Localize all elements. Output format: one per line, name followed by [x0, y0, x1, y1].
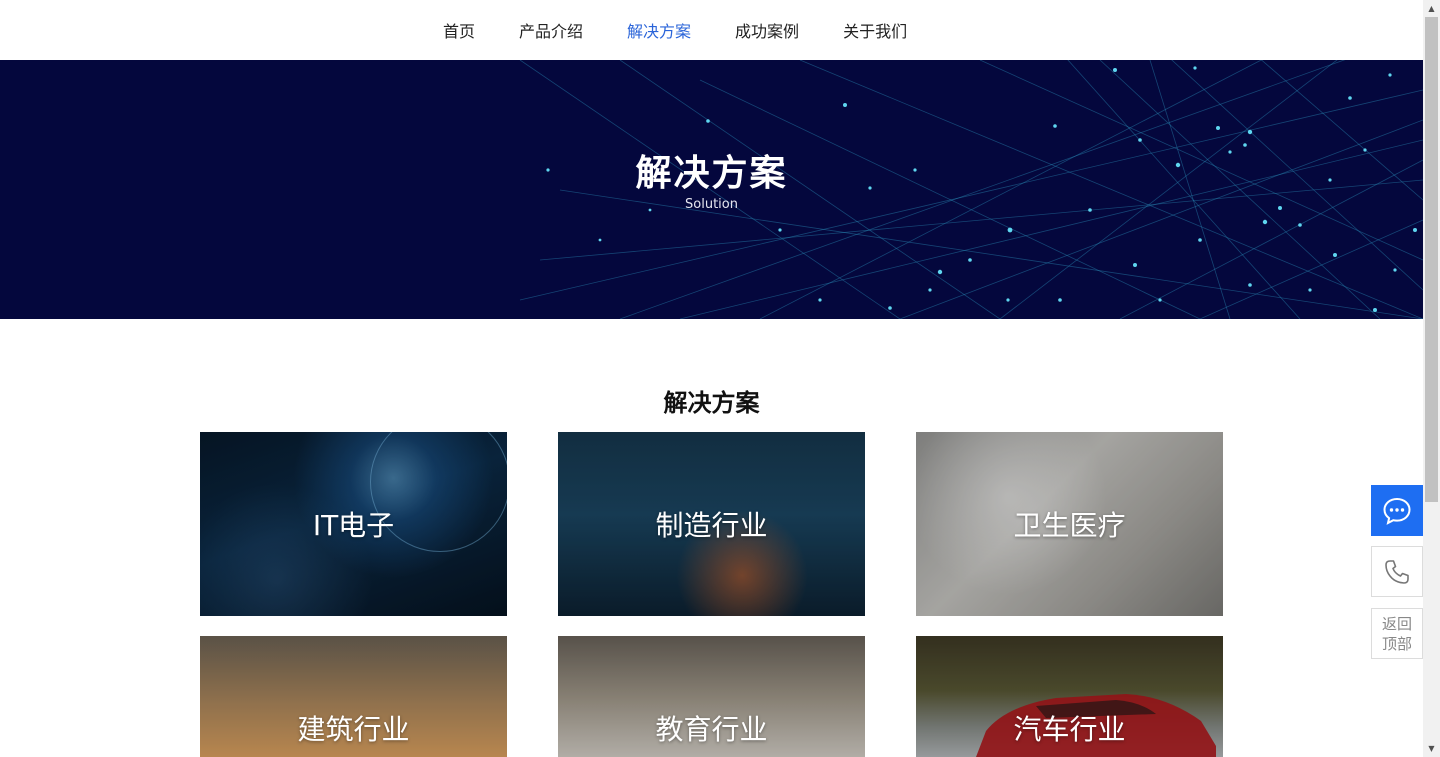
- solution-card-healthcare[interactable]: 卫生医疗: [916, 432, 1223, 616]
- nav-item-solutions[interactable]: 解决方案: [627, 18, 691, 42]
- page: 首页 产品介绍 解决方案 成功案例 关于我们 解决方案 Solution 解决方…: [0, 0, 1440, 757]
- nav-menu: 首页 产品介绍 解决方案 成功案例 关于我们: [443, 0, 951, 60]
- banner-subtitle: Solution: [685, 197, 738, 212]
- vertical-scrollbar[interactable]: ▲ ▼: [1423, 0, 1440, 757]
- card-label: 汽车行业: [1013, 713, 1126, 746]
- phone-button[interactable]: [1371, 546, 1423, 597]
- top-nav: 首页 产品介绍 解决方案 成功案例 关于我们: [0, 0, 1423, 60]
- solution-card-education[interactable]: 教育行业: [558, 636, 865, 757]
- back-to-top-button[interactable]: 返回 顶部: [1371, 608, 1423, 659]
- card-label: 制造行业: [655, 509, 768, 542]
- back-to-top-line2: 顶部: [1381, 634, 1412, 653]
- solution-card-construction[interactable]: 建筑行业: [200, 636, 507, 757]
- nav-item-products[interactable]: 产品介绍: [519, 18, 583, 42]
- card-label: 建筑行业: [297, 713, 410, 746]
- chat-icon: [1383, 497, 1411, 525]
- section-title: 解决方案: [663, 389, 760, 417]
- scroll-up-arrow-icon[interactable]: ▲: [1423, 0, 1440, 17]
- solution-card-automotive[interactable]: 汽车行业: [916, 636, 1223, 757]
- solution-card-it-electronics[interactable]: IT电子: [200, 432, 507, 616]
- nav-item-about[interactable]: 关于我们: [843, 18, 907, 42]
- nav-item-home[interactable]: 首页: [443, 18, 475, 42]
- banner-title: 解决方案: [635, 153, 788, 194]
- hero-banner: 解决方案 Solution: [0, 60, 1423, 319]
- back-to-top-line1: 返回: [1381, 614, 1412, 633]
- card-label: 教育行业: [655, 713, 768, 746]
- chat-button[interactable]: [1371, 485, 1423, 536]
- nav-item-cases[interactable]: 成功案例: [735, 18, 799, 42]
- scroll-down-arrow-icon[interactable]: ▼: [1423, 740, 1440, 757]
- scrollbar-thumb[interactable]: [1425, 17, 1438, 502]
- phone-icon: [1385, 559, 1409, 584]
- card-label: 卫生医疗: [1013, 509, 1126, 542]
- card-label: IT电子: [312, 509, 395, 542]
- solution-card-manufacturing[interactable]: 制造行业: [558, 432, 865, 616]
